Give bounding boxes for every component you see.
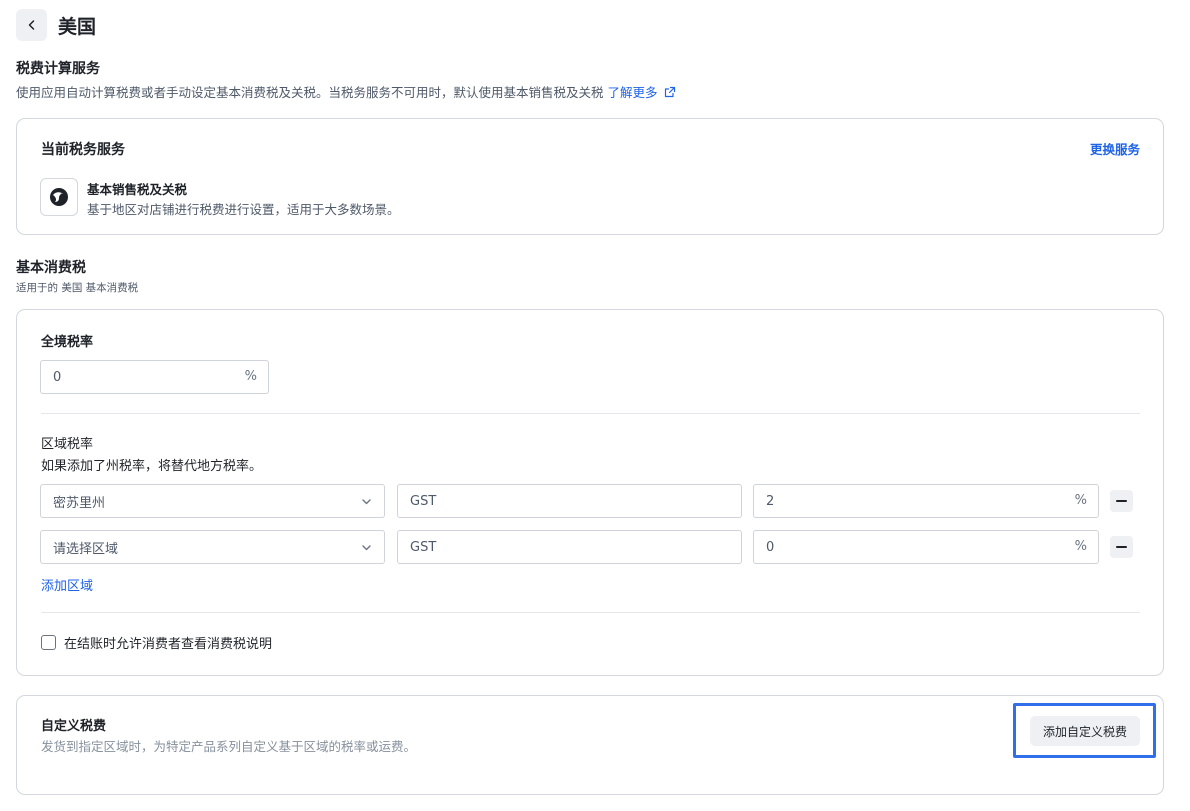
basic-tax-desc: 适用于的 美国 基本消费税: [16, 282, 139, 294]
chevron-down-icon: [362, 545, 371, 551]
divider: [41, 612, 1140, 613]
external-link-icon: [664, 86, 675, 98]
region-select-value: 请选择区域: [53, 541, 119, 557]
show-tax-info-label[interactable]: 在结账时允许消费者查看消费税说明: [64, 633, 272, 652]
custom-tax-card: 自定义税费 发货到指定区域时，为特定产品系列自定义基于区域的税率或运费。: [16, 695, 1164, 795]
tax-service-desc-text: 使用应用自动计算税费或者手动设定基本消费税及关税。当税务服务不可用时，默认使用基…: [16, 85, 604, 100]
page-header: 美国: [16, 9, 96, 41]
minus-icon: [1116, 500, 1127, 502]
region-select[interactable]: 密苏里州: [40, 484, 385, 518]
chevron-left-icon: [28, 20, 34, 30]
chevron-down-icon: [362, 499, 371, 505]
national-rate-label: 全境税率: [41, 335, 94, 350]
remove-region-button[interactable]: [1110, 490, 1133, 512]
region-select[interactable]: 请选择区域: [40, 530, 385, 564]
custom-tax-title: 自定义税费: [41, 719, 107, 734]
tax-service-name: 基本销售税及关税: [87, 182, 188, 197]
learn-more-label: 了解更多: [607, 85, 658, 100]
show-tax-info-checkbox[interactable]: [41, 635, 56, 650]
change-service-link[interactable]: 更换服务: [1090, 139, 1140, 158]
tax-service-desc: 使用应用自动计算税费或者手动设定基本消费税及关税。当税务服务不可用时，默认使用基…: [16, 82, 676, 101]
divider: [41, 413, 1140, 414]
minus-icon: [1116, 546, 1127, 548]
tax-rate-input[interactable]: 2 %: [753, 484, 1099, 518]
national-rate-value: 0: [53, 369, 62, 385]
learn-more-link[interactable]: 了解更多: [608, 85, 676, 100]
tax-rate-value: 0: [766, 539, 775, 555]
basic-tax-card: 全境税率 0 % 区域税率 如果添加了州税率，将替代地方税率。 密苏里州 GST…: [16, 309, 1164, 676]
region-select-value: 密苏里州: [53, 495, 106, 511]
add-region-link[interactable]: 添加区域: [41, 575, 93, 594]
tax-rate-value: 2: [766, 493, 775, 509]
national-rate-input[interactable]: 0 %: [40, 360, 269, 394]
tax-service-logo-icon: [40, 178, 78, 216]
add-custom-tax-button[interactable]: 添加自定义税费: [1030, 716, 1140, 746]
back-button[interactable]: [16, 9, 47, 41]
regional-rate-desc: 如果添加了州税率，将替代地方税率。: [41, 459, 263, 474]
percent-suffix: %: [244, 369, 257, 384]
current-tax-service-title: 当前税务服务: [41, 142, 125, 158]
percent-suffix: %: [1074, 539, 1087, 554]
custom-tax-desc: 发货到指定区域时，为特定产品系列自定义基于区域的税率或运费。: [41, 739, 417, 754]
tax-rate-input[interactable]: 0 %: [753, 530, 1099, 564]
tax-name-input[interactable]: GST: [397, 530, 742, 564]
current-tax-service-card: 当前税务服务 更换服务 基本销售税及关税 基于地区对店铺进行税费进行设置，适用于…: [16, 118, 1164, 235]
tax-name-input[interactable]: GST: [397, 484, 742, 518]
tax-service-description: 基于地区对店铺进行税费进行设置，适用于大多数场景。: [87, 202, 400, 217]
remove-region-button[interactable]: [1110, 536, 1133, 558]
tax-name-value: GST: [410, 539, 437, 555]
percent-suffix: %: [1074, 493, 1087, 508]
regional-rate-label: 区域税率: [41, 437, 94, 452]
tax-name-value: GST: [410, 493, 437, 509]
page-title: 美国: [58, 15, 97, 38]
basic-tax-title: 基本消费税: [16, 260, 86, 276]
tax-service-title: 税费计算服务: [16, 61, 100, 77]
